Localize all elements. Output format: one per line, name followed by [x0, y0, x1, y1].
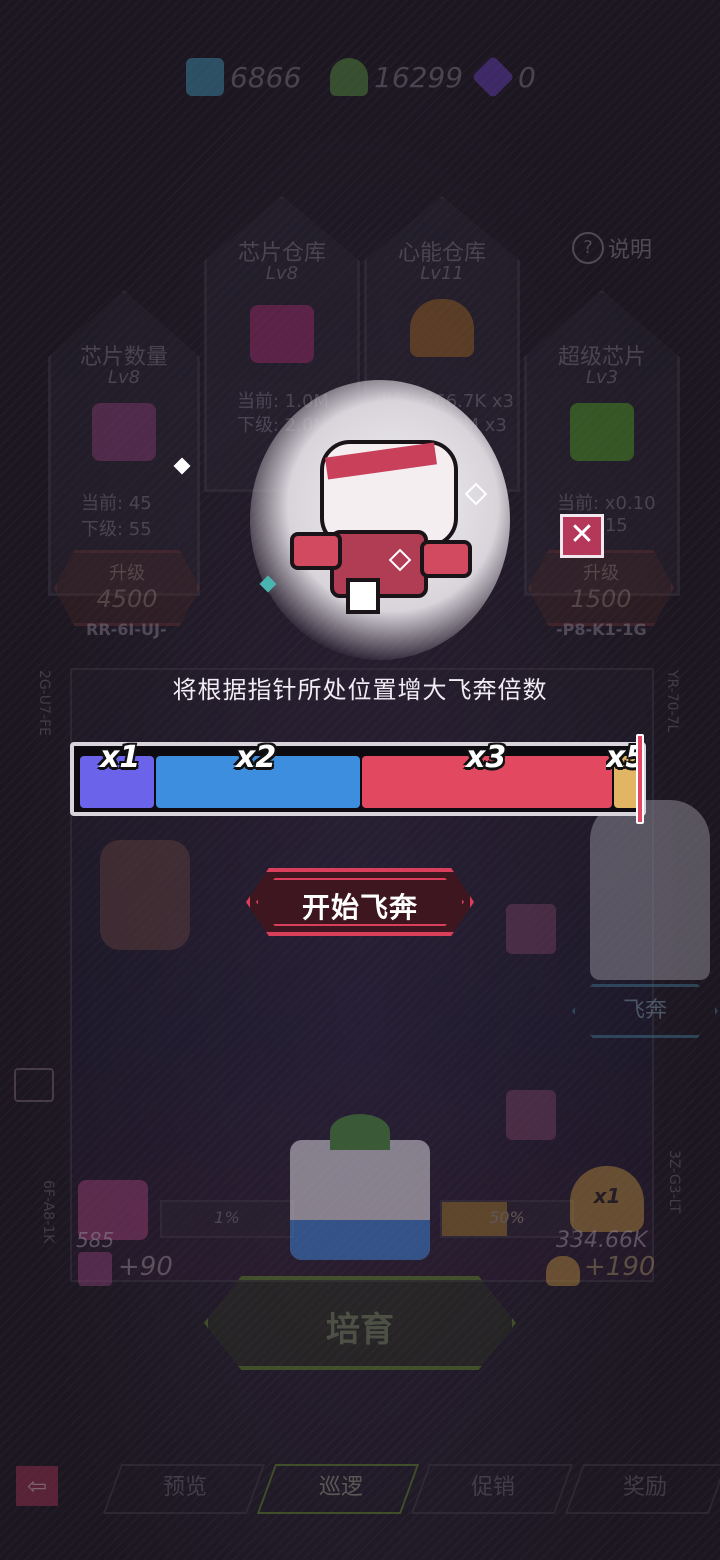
- right-progress-bar: 50%: [440, 1200, 574, 1238]
- help-label: 说明: [608, 238, 653, 263]
- chip-pickup-icon: [506, 1090, 556, 1140]
- sprout-currency: 16299: [330, 58, 463, 96]
- multiplier-instruction: 将根据指针所处位置增大飞奔倍数: [172, 676, 548, 704]
- left-percent: 1%: [214, 1208, 240, 1227]
- heart-small-icon: [546, 1256, 580, 1286]
- help-button[interactable]: ? 说明: [572, 232, 652, 264]
- left-count: 585: [76, 1228, 115, 1252]
- chip-icon: [78, 1252, 112, 1286]
- upgrade-label: 升级: [109, 563, 145, 584]
- start-run-label: 开始飞奔: [301, 891, 418, 924]
- chip-currency: 6866: [186, 58, 301, 96]
- right-count: 334.66K: [556, 1228, 648, 1253]
- building-code: RR-6I-UJ-: [86, 620, 167, 639]
- character-sprite: [100, 840, 190, 950]
- incubator: [290, 1114, 430, 1260]
- question-icon: ?: [572, 232, 604, 264]
- building-code: -P8-K1-1G: [556, 620, 647, 639]
- start-run-button[interactable]: 开始飞奔: [246, 868, 474, 936]
- cultivate-label: 培育: [326, 1310, 394, 1350]
- chip-icon: [186, 58, 224, 96]
- upgrade-button-chip-count[interactable]: 升级 4500: [54, 550, 200, 626]
- current-stat: 当前: x0.10: [557, 493, 656, 514]
- chip-pickup-icon: [506, 904, 556, 954]
- left-bonus: +90: [118, 1252, 173, 1282]
- heart-storage-icon: [410, 299, 474, 357]
- multiplier-label-x5: x5: [606, 740, 640, 775]
- building-level: Lv3: [585, 367, 619, 388]
- close-icon: ✕: [569, 517, 595, 552]
- run-button[interactable]: 飞奔: [572, 984, 718, 1038]
- cultivate-button[interactable]: 培育: [204, 1276, 516, 1370]
- building-level: Lv8: [265, 263, 299, 284]
- multiplier-bar: x1 x2 x3 x5: [70, 740, 646, 816]
- incubator-liquid: [290, 1220, 430, 1260]
- chip-count: 6866: [230, 60, 302, 94]
- sprout-icon: [330, 1114, 390, 1150]
- current-stat: 当前: 45: [81, 493, 152, 514]
- right-percent: 50%: [489, 1208, 525, 1227]
- bottom-code-left: 6F-A8-1K: [40, 1180, 56, 1244]
- building-level: Lv11: [420, 263, 464, 284]
- multiplier-label-x3: x3: [466, 740, 507, 775]
- chip-icon: [92, 403, 156, 461]
- right-bonus: +190: [584, 1252, 656, 1282]
- bottom-code-right: 3Z-G3-LT: [666, 1150, 682, 1214]
- camera-icon[interactable]: [14, 1068, 54, 1102]
- gem-count: 0: [518, 60, 536, 94]
- nav-tab-reward[interactable]: 奖励: [580, 1466, 710, 1510]
- heart-multiplier: x1: [593, 1184, 621, 1208]
- sprout-count: 16299: [374, 60, 464, 94]
- super-chip-icon: [570, 403, 634, 461]
- character-arm: [290, 532, 342, 570]
- running-character: [290, 440, 472, 614]
- storage-box-icon: [250, 305, 314, 363]
- gem-currency: 0: [471, 55, 536, 99]
- upgrade-cost: 1500: [570, 585, 632, 613]
- multiplier-pointer: [636, 734, 644, 824]
- next-stat: 下级: 55: [81, 519, 152, 540]
- nav-tab-preview[interactable]: 预览: [120, 1466, 250, 1510]
- multiplier-label-x2: x2: [236, 740, 277, 775]
- sprout-icon: [330, 58, 368, 96]
- left-progress-bar: 1%: [160, 1200, 294, 1238]
- nav-tab-patrol[interactable]: 巡逻: [276, 1466, 406, 1510]
- multiplier-label-x1: x1: [100, 740, 141, 775]
- upgrade-label: 升级: [583, 563, 619, 584]
- close-button[interactable]: ✕: [560, 514, 604, 558]
- nav-tab-promo[interactable]: 促销: [428, 1466, 558, 1510]
- gem-icon: [471, 55, 515, 99]
- heart-icon: x1: [570, 1166, 644, 1232]
- upgrade-cost: 4500: [96, 585, 158, 613]
- ghost-character: [590, 800, 710, 980]
- run-label: 飞奔: [622, 998, 667, 1023]
- character-arm: [420, 540, 472, 578]
- back-arrow-icon: ⇦: [26, 1472, 48, 1500]
- building-level: Lv8: [107, 367, 141, 388]
- upgrade-button-super-chip[interactable]: 升级 1500: [528, 550, 674, 626]
- character-leg: [346, 578, 380, 614]
- back-button[interactable]: ⇦: [16, 1466, 58, 1506]
